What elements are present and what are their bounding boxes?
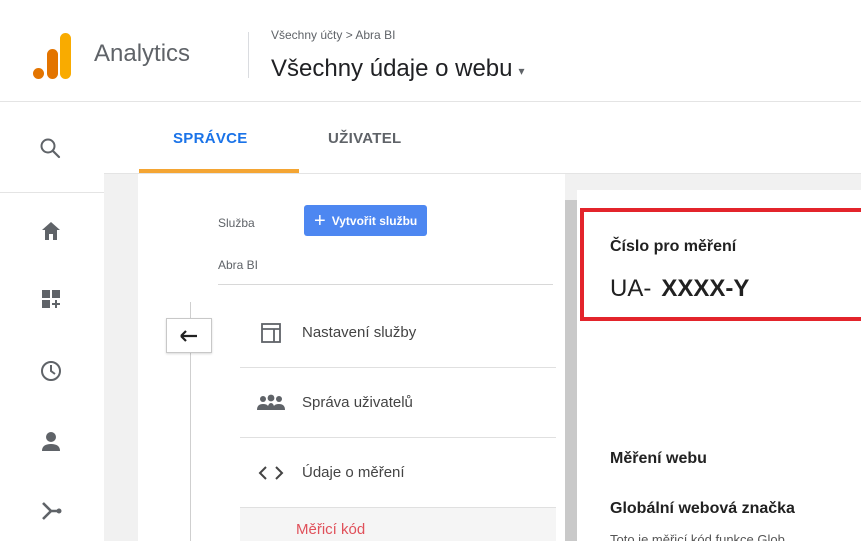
rail-separator <box>0 192 104 193</box>
breadcrumb[interactable]: Všechny účty > Abra BI <box>271 28 395 42</box>
menu-item-label: Údaje o měření <box>302 464 405 481</box>
active-tab-indicator <box>139 169 299 173</box>
column-scrollbar[interactable] <box>565 200 577 541</box>
left-rail <box>0 102 104 541</box>
menu-item-property-settings[interactable]: Nastavení služby <box>240 298 556 368</box>
acquisition-icon[interactable] <box>40 500 62 522</box>
menu-item-tracking-info[interactable]: Údaje o měření <box>240 438 556 508</box>
tracking-id-label: Číslo pro měření <box>610 238 737 255</box>
property-column: Služba + Vytvořit službu Abra BI Nastave… <box>138 174 565 541</box>
property-label: Služba <box>218 216 255 230</box>
customization-icon[interactable] <box>40 288 62 310</box>
search-icon[interactable] <box>38 136 62 160</box>
tab-admin[interactable]: SPRÁVCE <box>173 130 248 147</box>
tab-user[interactable]: UŽIVATEL <box>328 130 402 147</box>
property-menu: Nastavení služby Správa uživatelů Údaje … <box>240 298 556 541</box>
create-property-label: Vytvořit službu <box>331 213 418 228</box>
view-title: Všechny údaje o webu <box>271 55 513 82</box>
admin-tabs: SPRÁVCE UŽIVATEL <box>104 102 861 174</box>
menu-subitem-tracking-code[interactable]: Měřicí kód <box>240 508 556 541</box>
web-measurement-title: Měření webu <box>610 450 707 467</box>
realtime-icon[interactable] <box>40 360 62 382</box>
analytics-logo-icon[interactable] <box>33 33 73 79</box>
property-settings-icon <box>261 322 281 343</box>
plus-icon: + <box>314 209 326 232</box>
tracking-id: XXXX-Y <box>661 275 750 302</box>
property-separator <box>218 284 553 285</box>
audience-icon[interactable] <box>40 430 62 452</box>
create-property-button[interactable]: + Vytvořit službu <box>304 205 428 236</box>
tracking-id-highlight <box>580 208 861 321</box>
global-site-tag-text: Toto je měřicí kód funkce Glob <box>610 532 785 541</box>
arrow-left-icon <box>180 329 197 342</box>
user-management-icon <box>257 394 285 410</box>
home-icon[interactable] <box>40 220 62 242</box>
view-selector[interactable]: Všechny údaje o webu ▾ <box>271 55 525 83</box>
code-icon <box>258 465 284 480</box>
header-divider <box>248 32 249 78</box>
menu-item-user-management[interactable]: Správa uživatelů <box>240 368 556 438</box>
global-site-tag-title: Globální webová značka <box>610 500 795 517</box>
tracking-id-value: UA- XXXX-Y <box>610 275 749 303</box>
back-button[interactable] <box>166 318 212 353</box>
caret-down-icon: ▾ <box>518 64 525 78</box>
app-name: Analytics <box>94 40 191 67</box>
top-header: Analytics Všechny účty > Abra BI Všechny… <box>0 0 861 102</box>
property-selector[interactable]: Abra BI <box>218 258 258 272</box>
menu-item-label: Správa uživatelů <box>302 394 413 411</box>
menu-item-label: Nastavení služby <box>302 324 417 341</box>
tracking-id-prefix: UA- <box>610 275 652 302</box>
